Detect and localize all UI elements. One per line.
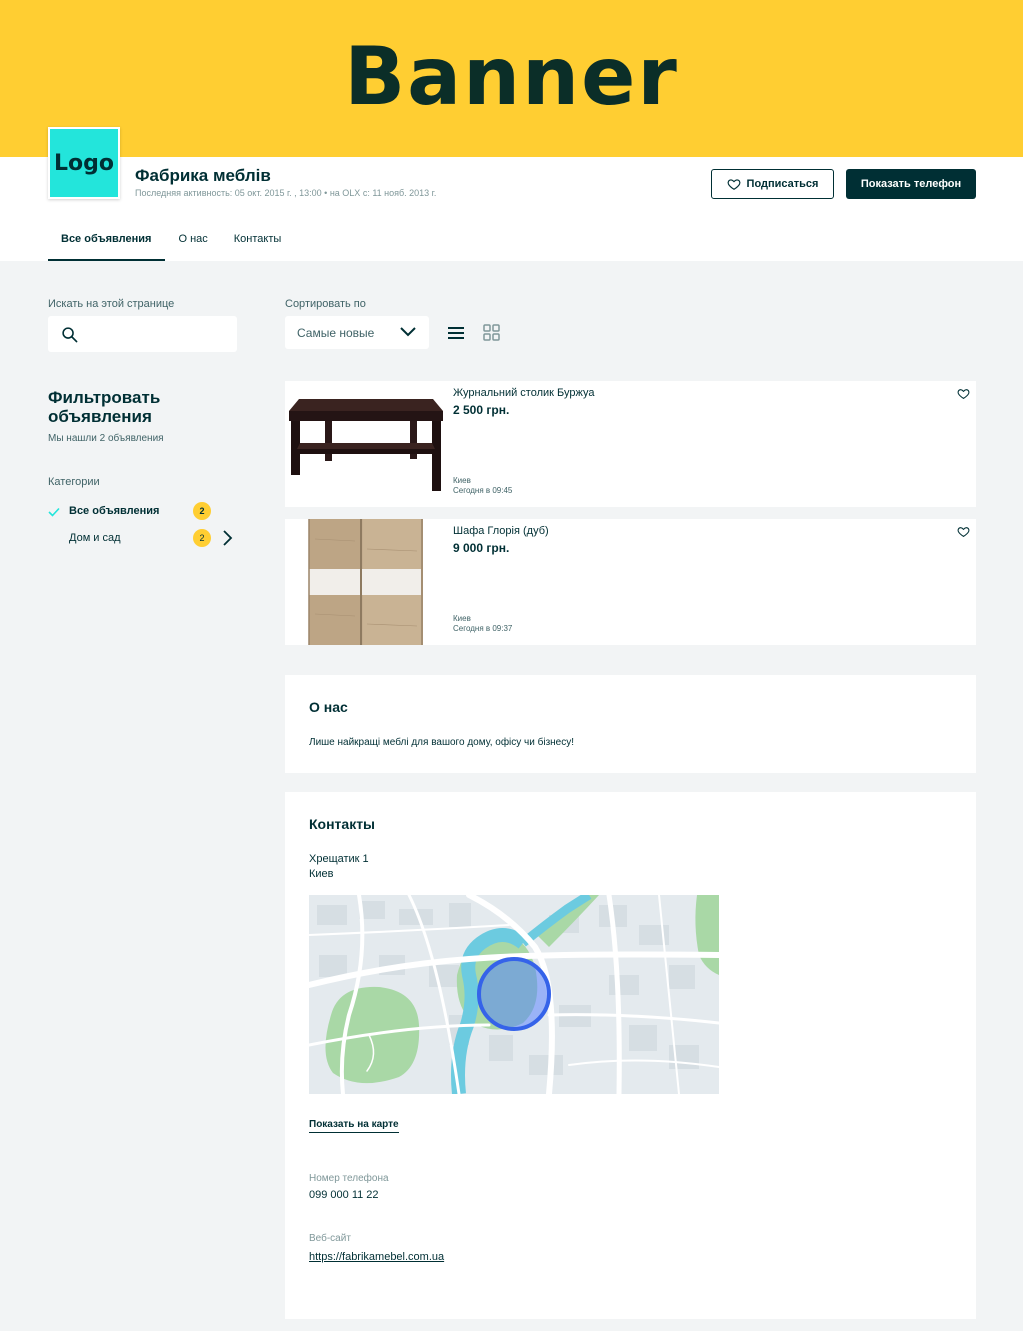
banner-text: Banner bbox=[344, 30, 679, 123]
banner: Banner bbox=[0, 0, 1023, 157]
category-name: Дом и сад bbox=[69, 532, 121, 544]
address-street: Хрещатик 1 bbox=[309, 853, 369, 865]
show-phone-button[interactable]: Показать телефон bbox=[846, 169, 976, 199]
sort-select[interactable]: Самые новые bbox=[285, 316, 429, 349]
check-icon bbox=[48, 507, 60, 517]
map-image bbox=[309, 895, 719, 1094]
listing-photo-coffee-table[interactable] bbox=[285, 381, 447, 507]
company-name: Фабрика меблів bbox=[135, 166, 271, 185]
website-link[interactable]: https://fabrikamebel.com.ua bbox=[309, 1251, 444, 1263]
category-name: Все объявления bbox=[69, 505, 160, 517]
listing-card[interactable]: Шафа Глорія (дуб) 9 000 грн. Киев Сегодн… bbox=[285, 519, 976, 645]
tab-contacts[interactable]: Контакты bbox=[221, 232, 295, 261]
sort-label: Сортировать по bbox=[285, 298, 366, 310]
list-view-icon[interactable] bbox=[448, 326, 464, 340]
listing-card[interactable]: Журнальний столик Буржуа 2 500 грн. Киев… bbox=[285, 381, 976, 507]
search-icon bbox=[62, 327, 78, 343]
profile-tabs: Все объявления О нас Контакты bbox=[48, 232, 294, 261]
wardrobe-image bbox=[285, 519, 447, 645]
filter-title: Фильтровать объявления bbox=[48, 388, 161, 426]
category-count-badge: 2 bbox=[193, 529, 211, 547]
favorite-heart-icon[interactable] bbox=[957, 387, 970, 400]
listing-price: 9 000 грн. bbox=[453, 541, 510, 555]
company-logo: Logo bbox=[48, 127, 120, 199]
category-home-garden[interactable]: Дом и сад 2 bbox=[48, 529, 238, 552]
category-count-badge: 2 bbox=[193, 502, 211, 520]
category-all[interactable]: Все объявления 2 bbox=[48, 502, 238, 525]
location-map[interactable] bbox=[309, 895, 719, 1094]
favorite-heart-icon[interactable] bbox=[957, 525, 970, 538]
about-title: О нас bbox=[309, 699, 348, 715]
sort-selected-value: Самые новые bbox=[297, 326, 375, 340]
subscribe-button[interactable]: Подписаться bbox=[711, 169, 834, 199]
about-section: О нас Лише найкращі меблі для вашого дом… bbox=[285, 675, 976, 773]
chevron-down-icon bbox=[400, 327, 416, 337]
show-on-map-link[interactable]: Показать на карте bbox=[309, 1119, 399, 1133]
subscribe-label: Подписаться bbox=[746, 178, 819, 190]
listing-photo-wardrobe[interactable] bbox=[285, 519, 447, 645]
grid-view-icon[interactable] bbox=[483, 324, 500, 341]
search-label: Искать на этой странице bbox=[48, 298, 175, 310]
tab-about[interactable]: О нас bbox=[165, 232, 220, 261]
listing-title[interactable]: Журнальний столик Буржуа bbox=[453, 387, 594, 399]
coffee-table-image bbox=[285, 381, 447, 507]
tab-all-ads[interactable]: Все объявления bbox=[48, 232, 166, 261]
listing-title[interactable]: Шафа Глорія (дуб) bbox=[453, 525, 549, 537]
address-city: Киев bbox=[309, 868, 334, 880]
search-input[interactable] bbox=[48, 316, 237, 352]
listing-date: Сегодня в 09:45 bbox=[453, 486, 513, 495]
listing-price: 2 500 грн. bbox=[453, 403, 510, 417]
contacts-title: Контакты bbox=[309, 816, 376, 832]
categories-label: Категории bbox=[48, 476, 100, 488]
listing-date: Сегодня в 09:37 bbox=[453, 624, 513, 633]
phone-number: 099 000 11 22 bbox=[309, 1189, 379, 1201]
website-label: Веб-сайт bbox=[309, 1233, 351, 1244]
phone-label: Номер телефона bbox=[309, 1173, 389, 1184]
about-text: Лише найкращі меблі для вашого дому, офі… bbox=[309, 737, 575, 748]
activity-info: Последняя активность: 05 окт. 2015 г. , … bbox=[135, 188, 437, 198]
results-count: Мы нашли 2 объявления bbox=[48, 433, 164, 444]
heart-icon bbox=[727, 179, 740, 190]
listing-city: Киев bbox=[453, 476, 471, 485]
contacts-section: Контакты Хрещатик 1 Киев Показать на кар… bbox=[285, 792, 976, 1319]
listing-city: Киев bbox=[453, 614, 471, 623]
chevron-right-icon[interactable] bbox=[221, 528, 233, 548]
